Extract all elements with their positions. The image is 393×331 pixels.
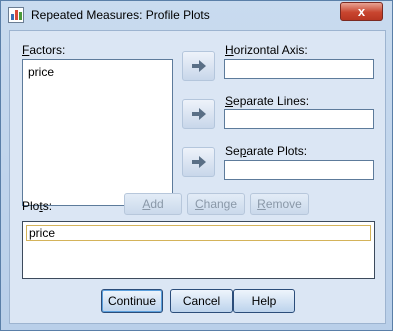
move-to-horizontal-axis-button[interactable] xyxy=(182,51,215,81)
close-button[interactable]: x xyxy=(340,2,383,21)
separate-plots-label: Separate Plots: xyxy=(225,144,308,158)
right-arrow-icon xyxy=(192,60,206,72)
dialog-client-area: Factors: price Horizontal Axis: Separate… xyxy=(9,30,386,324)
plot-item-price[interactable]: price xyxy=(26,225,371,241)
change-button[interactable]: Change xyxy=(187,193,245,215)
horizontal-axis-label: Horizontal Axis: xyxy=(225,43,308,57)
move-to-separate-lines-button[interactable] xyxy=(182,99,215,129)
remove-button[interactable]: Remove xyxy=(250,193,309,215)
separate-lines-field[interactable] xyxy=(224,109,374,129)
factors-label: Factors: xyxy=(22,43,66,57)
add-button[interactable]: Add xyxy=(124,193,182,215)
right-arrow-icon xyxy=(192,156,206,168)
separate-lines-label: Separate Lines: xyxy=(225,94,310,108)
right-arrow-icon xyxy=(192,108,206,120)
help-button[interactable]: Help xyxy=(233,289,295,313)
chart-app-icon xyxy=(8,7,24,23)
move-to-separate-plots-button[interactable] xyxy=(182,147,215,177)
factors-list[interactable]: price xyxy=(22,59,173,206)
horizontal-axis-field[interactable] xyxy=(224,59,374,79)
cancel-button[interactable]: Cancel xyxy=(170,289,233,313)
plots-list[interactable]: price xyxy=(22,221,375,279)
profile-plots-dialog: Repeated Measures: Profile Plots x Facto… xyxy=(0,0,393,331)
title-bar[interactable]: Repeated Measures: Profile Plots x xyxy=(1,1,392,29)
plots-label: Plots: xyxy=(22,199,53,213)
continue-button[interactable]: Continue xyxy=(101,289,163,313)
factor-item-price[interactable]: price xyxy=(28,65,54,79)
separate-plots-field[interactable] xyxy=(224,160,374,180)
window-title: Repeated Measures: Profile Plots xyxy=(31,8,210,22)
